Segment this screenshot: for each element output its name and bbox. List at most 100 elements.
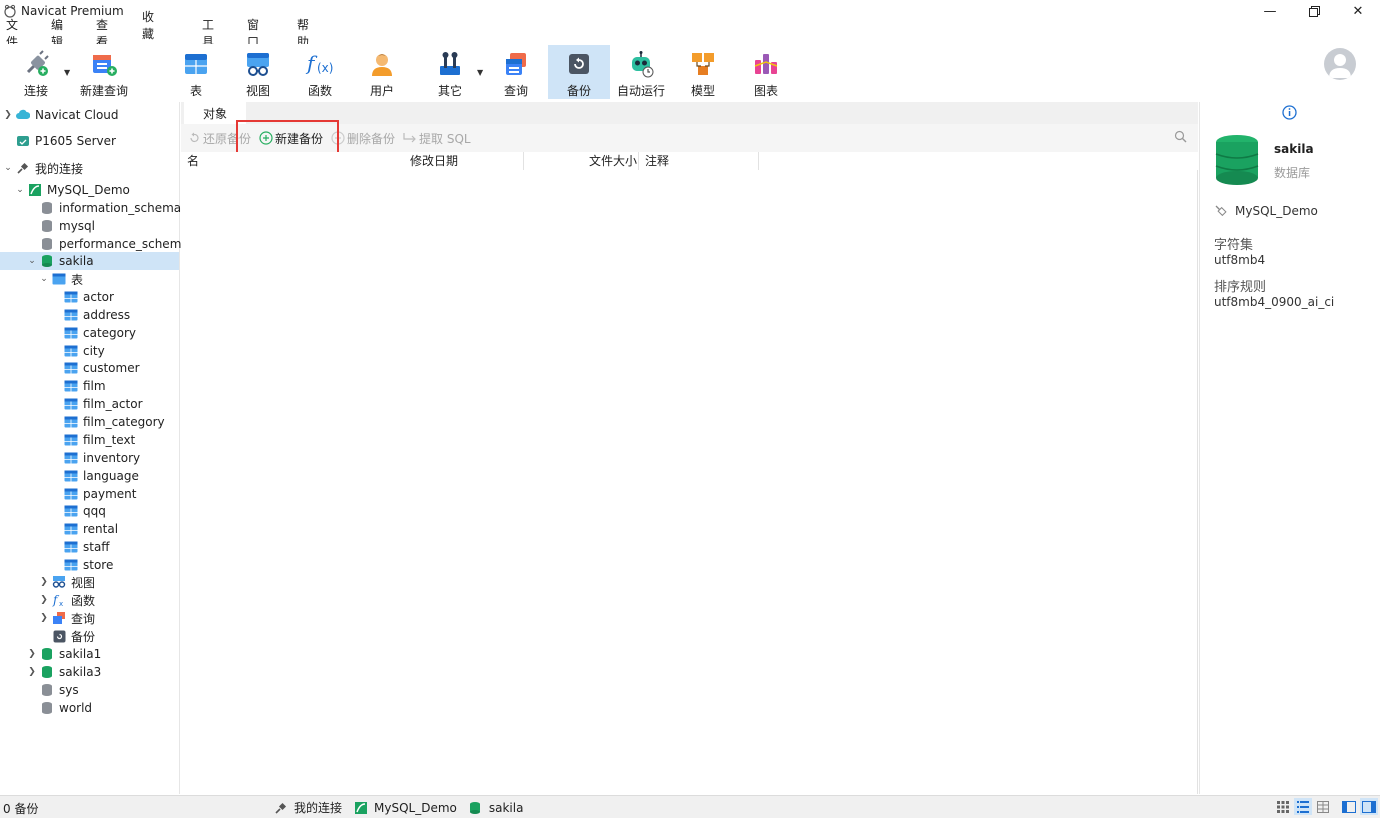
database-green-icon (40, 665, 54, 679)
tree-table-payment[interactable]: payment (50, 485, 136, 503)
info-collation-value: utf8mb4_0900_ai_ci (1214, 295, 1335, 309)
other-button[interactable]: 其它 (430, 45, 470, 99)
database-green-icon (40, 647, 54, 661)
tree-table-store[interactable]: store (50, 556, 113, 574)
database-large-icon (1214, 134, 1260, 189)
minimize-button[interactable]: — (1248, 0, 1292, 22)
query-button[interactable]: 查询 (496, 45, 536, 99)
detail-view-icon[interactable] (1314, 798, 1332, 815)
user-button[interactable]: 用户 (362, 45, 402, 99)
tree-db-sys[interactable]: sys (26, 681, 79, 699)
tree-table-film_category[interactable]: film_category (50, 413, 165, 431)
tree-table-film_text[interactable]: film_text (50, 431, 135, 449)
left-panel-toggle-icon[interactable] (1340, 798, 1358, 815)
col-comment[interactable]: 注释 (645, 152, 759, 170)
chevron-right-icon[interactable]: ❯ (38, 595, 50, 605)
table-icon (64, 487, 78, 501)
tree-table-category[interactable]: category (50, 324, 136, 342)
chevron-right-icon[interactable]: ❯ (38, 613, 50, 623)
tree-queries-group[interactable]: ❯ 查询 (38, 609, 95, 627)
table-button[interactable]: 表 (176, 45, 216, 99)
tree-table-city[interactable]: city (50, 342, 105, 360)
chevron-down-icon[interactable]: ⌄ (14, 185, 26, 195)
close-button[interactable]: ✕ (1336, 0, 1380, 22)
col-modified[interactable]: 修改日期 (410, 152, 524, 170)
col-size[interactable]: 文件大小 (524, 152, 639, 170)
tree-functions-group[interactable]: ❯ fx 函数 (38, 591, 95, 609)
table-icon (64, 308, 78, 322)
search-icon[interactable] (1174, 130, 1187, 146)
chevron-down-icon[interactable]: ⌄ (38, 274, 50, 284)
tree-db-sakila3[interactable]: ❯ sakila3 (26, 663, 101, 681)
backup-button[interactable]: 备份 (548, 45, 610, 99)
database-gray-icon (40, 237, 54, 251)
chevron-right-icon[interactable]: ❯ (38, 577, 50, 587)
tree-my-connections[interactable]: ⌄ 我的连接 (2, 159, 83, 177)
col-name[interactable]: 名 (187, 152, 409, 170)
connect-dropdown-caret[interactable]: ▼ (64, 68, 70, 77)
chart-button[interactable]: 图表 (746, 45, 786, 99)
right-panel-toggle-icon[interactable] (1360, 798, 1378, 815)
chevron-right-icon[interactable]: ❯ (26, 667, 38, 677)
tree-table-inventory[interactable]: inventory (50, 449, 140, 467)
other-dropdown-caret[interactable]: ▼ (477, 68, 483, 77)
model-icon (687, 48, 719, 79)
info-connection: MySQL_Demo (1214, 204, 1318, 218)
tree-backups-group[interactable]: 备份 (38, 627, 95, 645)
tree-db-sakila[interactable]: ⌄ sakila (0, 252, 179, 270)
delete-backup-button[interactable]: 删除备份 (331, 130, 395, 147)
extract-sql-button[interactable]: 提取 SQL (403, 130, 471, 147)
connection-plug-icon (1214, 204, 1228, 218)
tree-views-group[interactable]: ❯ 视图 (38, 573, 95, 591)
tree-table-staff[interactable]: staff (50, 538, 110, 556)
user-avatar[interactable] (1324, 48, 1356, 80)
list-view-icon[interactable] (1294, 798, 1312, 815)
tree-db-performance_schema[interactable]: performance_schema (26, 235, 189, 253)
table-icon (64, 379, 78, 393)
tree-navicat-cloud[interactable]: ❯ Navicat Cloud (2, 106, 118, 124)
tree-table-actor[interactable]: actor (50, 288, 114, 306)
info-panel: sakila 数据库 MySQL_Demo 字符集 utf8mb4 排序规则 u… (1199, 102, 1380, 794)
tree-tables-group[interactable]: ⌄ 表 (38, 270, 83, 288)
function-fx-icon: fx (52, 593, 66, 607)
extract-arrow-icon (403, 131, 417, 145)
table-icon (64, 326, 78, 340)
object-list-area[interactable] (181, 170, 1198, 794)
table-icon (180, 48, 212, 79)
maximize-button[interactable] (1292, 0, 1336, 22)
grid-view-icon[interactable] (1274, 798, 1292, 815)
tree-table-customer[interactable]: customer (50, 359, 140, 377)
tree-db-information_schema[interactable]: information_schema (26, 199, 181, 217)
new-query-icon (88, 48, 120, 79)
automation-button[interactable]: 自动运行 (616, 45, 666, 99)
function-button[interactable]: f (x) 函数 (300, 45, 340, 99)
tree-db-world[interactable]: world (26, 699, 92, 717)
tree-p1605-server[interactable]: P1605 Server (2, 132, 116, 150)
backup-icon (52, 629, 66, 643)
tree-table-rental[interactable]: rental (50, 520, 118, 538)
tree-db-sakila1[interactable]: ❯ sakila1 (26, 645, 101, 663)
restore-icon (187, 131, 201, 145)
connect-button[interactable]: 连接 (14, 45, 58, 99)
database-gray-icon (40, 701, 54, 715)
tree-table-language[interactable]: language (50, 467, 139, 485)
robot-icon (625, 48, 657, 79)
info-icon[interactable] (1282, 105, 1297, 123)
tree-mysql-demo[interactable]: ⌄ MySQL_Demo (14, 181, 130, 199)
tree-db-mysql[interactable]: mysql (26, 217, 95, 235)
chevron-right-icon[interactable]: ❯ (26, 649, 38, 659)
chevron-right-icon[interactable]: ❯ (2, 110, 14, 120)
status-bar: 0 备份 我的连接 MySQL_Demo sakila (0, 795, 1380, 818)
table-icon (64, 433, 78, 447)
database-gray-icon (40, 201, 54, 215)
database-gray-icon (40, 683, 54, 697)
tree-table-qqq[interactable]: qqq (50, 502, 106, 520)
view-button[interactable]: 视图 (238, 45, 278, 99)
tree-table-address[interactable]: address (50, 306, 130, 324)
chevron-down-icon[interactable]: ⌄ (2, 163, 14, 173)
tree-table-film_actor[interactable]: film_actor (50, 395, 143, 413)
tree-table-film[interactable]: film (50, 377, 106, 395)
new-query-button[interactable]: 新建查询 (78, 45, 130, 99)
chevron-down-icon[interactable]: ⌄ (26, 256, 38, 266)
model-button[interactable]: 模型 (683, 45, 723, 99)
